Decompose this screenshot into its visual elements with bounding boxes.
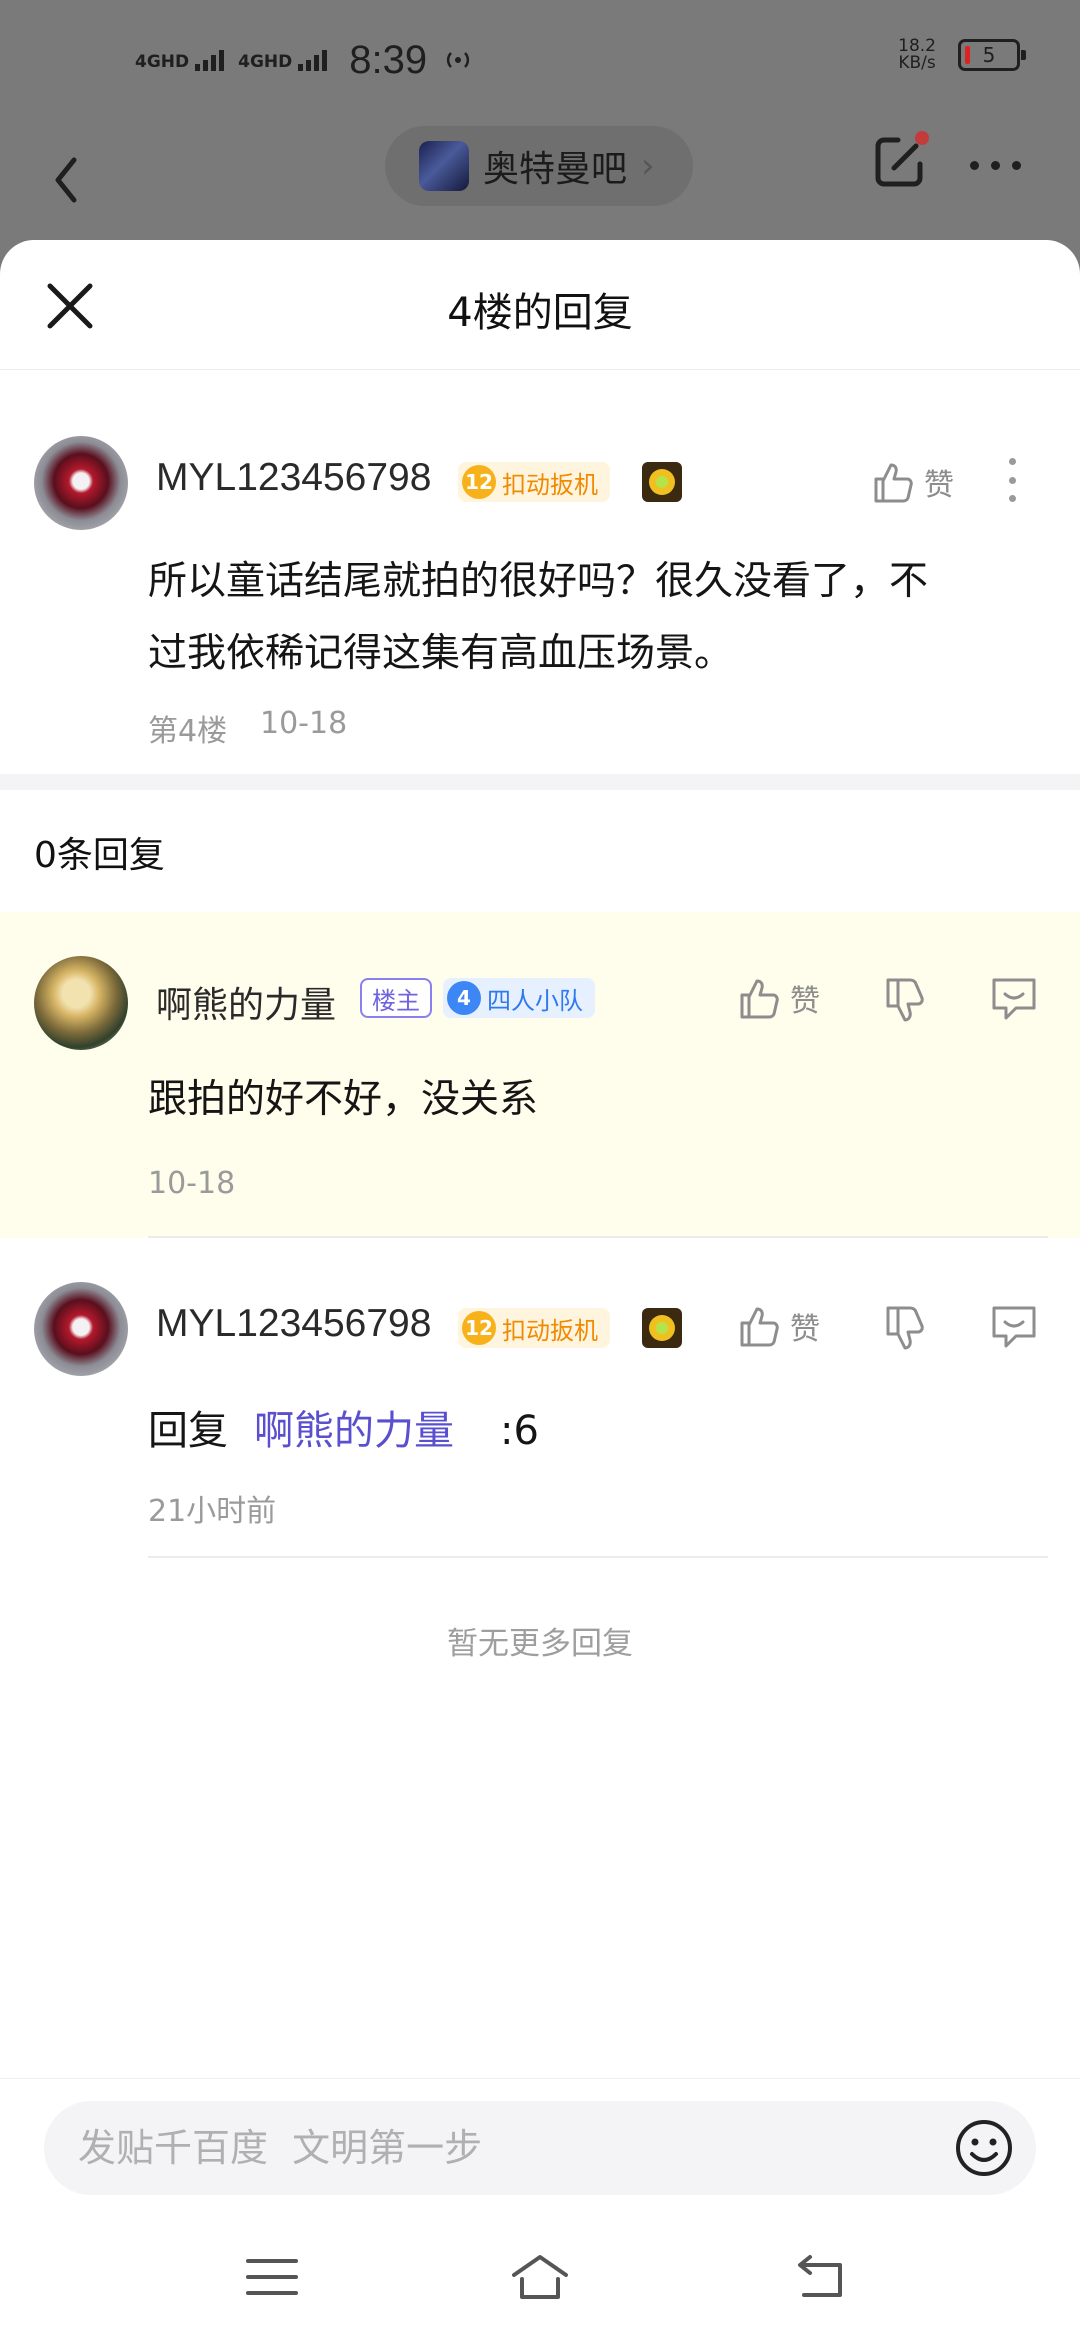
reply-text-tail: :6 bbox=[500, 1408, 539, 1454]
forum-avatar bbox=[419, 141, 469, 191]
level-gem-icon: 12 bbox=[462, 465, 496, 499]
reply-prefix: 回复 bbox=[148, 1408, 228, 1454]
emoji-icon[interactable] bbox=[954, 2118, 1014, 2178]
level-gem-icon: 4 bbox=[447, 981, 481, 1015]
reply-time: 10-18 bbox=[148, 1166, 236, 1201]
reply-time: 21小时前 bbox=[148, 1494, 277, 1529]
medal-icon bbox=[642, 1308, 682, 1348]
reply-count: 0条回复 bbox=[34, 835, 165, 876]
post-text-line-1: 所以童话结尾就拍的很好吗？很久没看了，不 bbox=[148, 559, 929, 604]
level-badge: 12 扣动扳机 bbox=[458, 462, 610, 502]
status-right: 18.2 KB/s 5 bbox=[898, 38, 1026, 72]
owner-tag: 楼主 bbox=[360, 978, 432, 1018]
reply-input-container bbox=[44, 2101, 1036, 2195]
hotspot-icon bbox=[447, 52, 470, 68]
reply-author-name[interactable]: MYL123456798 bbox=[156, 1302, 431, 1346]
sim2-label: 4GHD bbox=[238, 52, 293, 72]
more-icon[interactable] bbox=[960, 145, 1030, 185]
home-icon[interactable] bbox=[508, 2249, 572, 2305]
thumbs-up-icon bbox=[740, 1307, 779, 1347]
reply-text: 回复 啊熊的力量 :6 bbox=[148, 1398, 539, 1456]
menu-icon[interactable] bbox=[240, 2249, 304, 2305]
back-arrow-icon[interactable] bbox=[46, 140, 116, 220]
avatar[interactable] bbox=[34, 956, 128, 1050]
level-title: 扣动扳机 bbox=[502, 1316, 598, 1345]
like-label: 赞 bbox=[790, 1312, 820, 1347]
return-icon[interactable] bbox=[790, 2249, 854, 2305]
like-label: 赞 bbox=[924, 468, 954, 503]
comment-icon[interactable] bbox=[986, 970, 1042, 1026]
more-options-icon[interactable] bbox=[997, 450, 1027, 510]
like-button[interactable]: 赞 bbox=[738, 1298, 820, 1354]
thumbs-up-icon bbox=[874, 463, 913, 503]
sim1-label: 4GHD bbox=[135, 52, 190, 72]
forum-link[interactable]: 奥特曼吧 › bbox=[385, 126, 693, 206]
no-more-replies: 暂无更多回复 bbox=[447, 1626, 633, 1662]
comment-icon[interactable] bbox=[986, 1298, 1042, 1354]
level-badge: 4 四人小队 bbox=[443, 978, 595, 1018]
floor-label: 第4楼 bbox=[148, 714, 228, 749]
thumbs-down-icon[interactable] bbox=[878, 972, 934, 1028]
level-title: 四人小队 bbox=[487, 986, 583, 1015]
clock: 8:39 bbox=[349, 37, 428, 82]
reply-author-name[interactable]: 啊熊的力量 bbox=[156, 976, 336, 1028]
thumbs-up-icon bbox=[740, 979, 779, 1019]
post-author-name[interactable]: MYL123456798 bbox=[156, 456, 431, 500]
divider bbox=[148, 1556, 1048, 1558]
like-button[interactable]: 赞 bbox=[872, 454, 954, 510]
level-badge: 12 扣动扳机 bbox=[458, 1308, 610, 1348]
system-nav-bar bbox=[0, 2223, 1080, 2340]
section-divider bbox=[0, 774, 1080, 790]
network-speed-unit: KB/s bbox=[898, 53, 936, 73]
medal-icon bbox=[642, 462, 682, 502]
sheet-header: 4楼的回复 bbox=[0, 240, 1080, 370]
avatar[interactable] bbox=[34, 1282, 128, 1376]
edit-icon[interactable] bbox=[868, 130, 932, 194]
post-text-line-2: 过我依稀记得这集有高血压场景。 bbox=[148, 631, 734, 676]
sheet-title: 4楼的回复 bbox=[447, 290, 633, 336]
status-left: 4GHD 4GHD 8:39 bbox=[135, 30, 475, 90]
post-date: 10-18 bbox=[260, 706, 348, 741]
battery-icon: 5 bbox=[958, 39, 1026, 71]
reply-text: 跟拍的好不好，没关系 bbox=[148, 1077, 539, 1122]
chevron-right-icon: › bbox=[641, 146, 655, 186]
sim1-signal-icon: 4GHD bbox=[135, 49, 225, 72]
forum-name: 奥特曼吧 bbox=[483, 149, 628, 190]
composer bbox=[0, 2078, 1080, 2340]
sim2-signal-icon: 4GHD bbox=[238, 49, 328, 72]
like-label: 赞 bbox=[790, 984, 820, 1019]
reply-sheet: 4楼的回复 MYL123456798 12 扣动扳机 赞 所以童话结尾就拍的很好… bbox=[0, 240, 1080, 2340]
battery-level: 5 bbox=[982, 43, 996, 67]
level-gem-icon: 12 bbox=[462, 1311, 496, 1345]
avatar[interactable] bbox=[34, 436, 128, 530]
level-title: 扣动扳机 bbox=[502, 470, 598, 499]
status-bar: 4GHD 4GHD 8:39 18.2 KB/s 5 bbox=[0, 0, 1080, 120]
network-speed: 18.2 KB/s bbox=[898, 38, 936, 72]
reply-input[interactable] bbox=[78, 2101, 958, 2195]
divider bbox=[148, 1236, 1048, 1238]
like-button[interactable]: 赞 bbox=[738, 970, 820, 1026]
thumbs-down-icon[interactable] bbox=[878, 1300, 934, 1356]
mention-link[interactable]: 啊熊的力量 bbox=[254, 1398, 454, 1456]
